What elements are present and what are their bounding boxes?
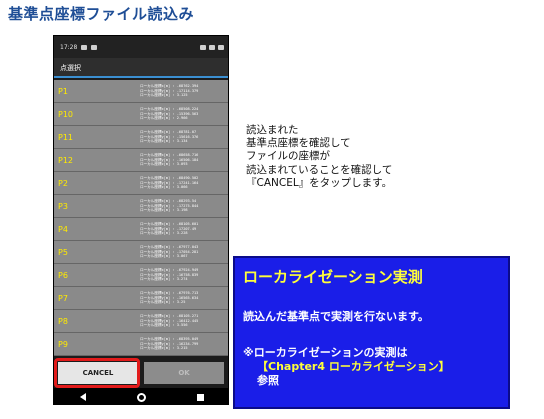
info-note-line: ※ローカライゼーションの実測は — [243, 346, 408, 359]
point-id: P6 — [58, 270, 68, 280]
point-coordinates: ローカル座標x[m] : -68781.07 ローカル座標y[m] : -1561… — [140, 130, 228, 144]
point-row[interactable]: P3 ローカル座標x[m] : -68293.54 ローカル座標y[m] : -17… — [54, 195, 229, 218]
point-row[interactable]: P6 ローカル座標x[m] : -67924.949 ローカル座標y[m] : -1… — [54, 264, 229, 287]
recent-apps-icon[interactable] — [197, 393, 205, 401]
row-edge-marker — [228, 218, 229, 240]
dialog-buttons: CANCEL OK — [54, 358, 228, 388]
row-edge-marker — [228, 333, 229, 355]
point-id: P11 — [58, 132, 74, 142]
point-coordinates: ローカル座標x[m] : -67977.043 ローカル座標y[m] : -170… — [140, 245, 228, 259]
page-title: 基準点座標ファイル読込み — [8, 5, 195, 23]
dialog-title: 点選択 — [54, 58, 228, 76]
back-icon[interactable] — [79, 393, 86, 401]
point-coordinates: ローカル座標x[m] : -68293.54 ローカル座標y[m] : -1727… — [140, 199, 228, 213]
coordinate-line: ローカル座標z[m] : 3.215 — [140, 346, 188, 351]
coordinate-line: ローカル座標z[m] : 3.067 — [140, 254, 188, 259]
row-edge-marker — [228, 241, 229, 263]
instruction-line: 『CANCEL』をタップします。 — [246, 176, 393, 189]
phone-screenshot: 17:28 点選択 P1 ローカル座標x[m] : -68762.394 ローカル座… — [53, 35, 229, 405]
dialog-divider — [54, 76, 228, 78]
row-edge-marker — [228, 195, 229, 217]
instruction-line: 読込まれた — [246, 124, 299, 136]
point-coordinates: ローカル座標x[m] : -68105.271 ローカル座標y[m] : -164… — [140, 314, 228, 328]
instruction-line: 基準点座標を確認して — [246, 137, 351, 150]
row-edge-marker — [228, 149, 229, 171]
home-icon[interactable] — [136, 392, 146, 402]
settings-icon — [91, 44, 98, 50]
page: 基準点座標ファイル読込み 17:28 点選択 P1 ローカル座標x[m] : -6… — [0, 0, 544, 419]
point-row[interactable]: P1 ローカル座標x[m] : -68762.394 ローカル座標y[m] : -1… — [54, 80, 229, 103]
coordinate-line: ローカル座標z[m] : 3.125 — [140, 93, 188, 98]
point-coordinates: ローカル座標x[m] : -68105.601 ローカル座標y[m] : -172… — [140, 222, 228, 236]
point-id: P5 — [58, 247, 68, 257]
point-coordinates: ローカル座標x[m] : -68762.394 ローカル座標y[m] : -171… — [140, 84, 228, 98]
coordinate-line: ローカル座標z[m] : 3.134 — [140, 139, 188, 144]
point-coordinates: ローカル座標x[m] : -68508.224 ローカル座標y[m] : -153… — [140, 107, 228, 121]
navigation-bar — [54, 388, 228, 404]
point-id: P1 — [58, 86, 68, 96]
coordinate-line: ローカル座標z[m] : 3.198 — [140, 208, 188, 213]
row-edge-marker — [228, 126, 229, 148]
notification-icon — [81, 44, 88, 50]
battery-icon — [218, 44, 224, 50]
coordinate-line: ローカル座標z[m] : 3.274 — [140, 277, 188, 282]
info-box-note: ※ローカライゼーションの実測は 【Chapter4 ローカライゼーション】 参照 — [243, 346, 450, 388]
coordinate-line: ローカル座標z[m] : 3.228 — [140, 231, 188, 236]
status-time: 17:28 — [60, 43, 78, 51]
coordinate-line: ローカル座標z[m] : 3.066 — [140, 185, 188, 190]
point-id: P4 — [58, 224, 68, 234]
row-edge-marker — [228, 310, 229, 332]
info-box-title: ローカライゼーション実測 — [243, 268, 423, 286]
point-id: P10 — [58, 109, 74, 119]
point-row[interactable]: P2 ローカル座標x[m] : -68490.502 ローカル座標y[m] : -1… — [54, 172, 229, 195]
point-coordinates: ローカル座標x[m] : -67976.713 ローカル座標y[m] : -165… — [140, 291, 228, 305]
instructions: 読込まれた 基準点座標を確認して ファイルの座標が 読込まれていることを確認して… — [246, 124, 392, 190]
point-list: P1 ローカル座標x[m] : -68762.394 ローカル座標y[m] : -1… — [54, 80, 229, 356]
point-row[interactable]: P10 ローカル座標x[m] : -68508.224 ローカル座標y[m] : -… — [54, 103, 229, 126]
point-coordinates: ローカル座標x[m] : -67924.949 ローカル座標y[m] : -167… — [140, 268, 228, 282]
coordinate-line: ローカル座標z[m] : 3.556 — [140, 323, 188, 328]
cancel-button[interactable]: CANCEL — [58, 362, 138, 384]
row-edge-marker — [228, 287, 229, 309]
point-coordinates: ローカル座標x[m] : -68490.502 ローカル座標y[m] : -172… — [140, 176, 228, 190]
signal-icon — [209, 44, 215, 50]
point-id: P12 — [58, 155, 74, 165]
coordinate-line: ローカル座標z[m] : 3.25 — [140, 300, 186, 305]
coordinate-line: ローカル座標z[m] : 2.966 — [140, 116, 188, 121]
info-note-reference: 【Chapter4 ローカライゼーション】 — [257, 360, 450, 373]
row-edge-marker — [228, 172, 229, 194]
point-row[interactable]: P4 ローカル座標x[m] : -68105.601 ローカル座標y[m] : -1… — [54, 218, 229, 241]
point-id: P7 — [58, 293, 68, 303]
point-id: P9 — [58, 339, 68, 349]
instruction-line: 読込まれていることを確認して — [246, 163, 393, 176]
coordinate-line: ローカル座標z[m] : 3.093 — [140, 162, 188, 167]
point-row[interactable]: P5 ローカル座標x[m] : -67977.043 ローカル座標y[m] : -1… — [54, 241, 229, 264]
instruction-line: ファイルの座標が — [246, 150, 330, 163]
point-id: P2 — [58, 178, 68, 188]
point-coordinates: ローカル座標x[m] : -68395.049 ローカル座標y[m] : -162… — [140, 337, 228, 351]
point-row[interactable]: P9 ローカル座標x[m] : -68395.049 ローカル座標y[m] : -1… — [54, 333, 229, 356]
point-id: P8 — [58, 316, 68, 326]
point-row[interactable]: P11 ローカル座標x[m] : -68781.07 ローカル座標y[m] : -1… — [54, 126, 229, 149]
info-box-text: 読込んだ基準点で実測を行ないます。 — [243, 310, 429, 323]
point-row[interactable]: P8 ローカル座標x[m] : -68105.271 ローカル座標y[m] : -1… — [54, 310, 229, 333]
status-bar: 17:28 — [54, 36, 228, 58]
point-row[interactable]: P12 ローカル座標x[m] : -68658.716 ローカル座標y[m] : -… — [54, 149, 229, 172]
info-note-line: 参照 — [257, 374, 279, 387]
row-edge-marker — [228, 264, 229, 286]
point-row[interactable]: P7 ローカル座標x[m] : -67976.713 ローカル座標y[m] : -1… — [54, 287, 229, 310]
row-edge-marker — [228, 103, 229, 125]
point-coordinates: ローカル座標x[m] : -68658.716 ローカル座標y[m] : -165… — [140, 153, 228, 167]
row-edge-marker — [228, 80, 229, 102]
info-box: ローカライゼーション実測 読込んだ基準点で実測を行ないます。 ※ローカライゼーシ… — [233, 256, 510, 409]
wifi-icon — [200, 44, 206, 50]
ok-button[interactable]: OK — [144, 362, 224, 384]
point-id: P3 — [58, 201, 68, 211]
